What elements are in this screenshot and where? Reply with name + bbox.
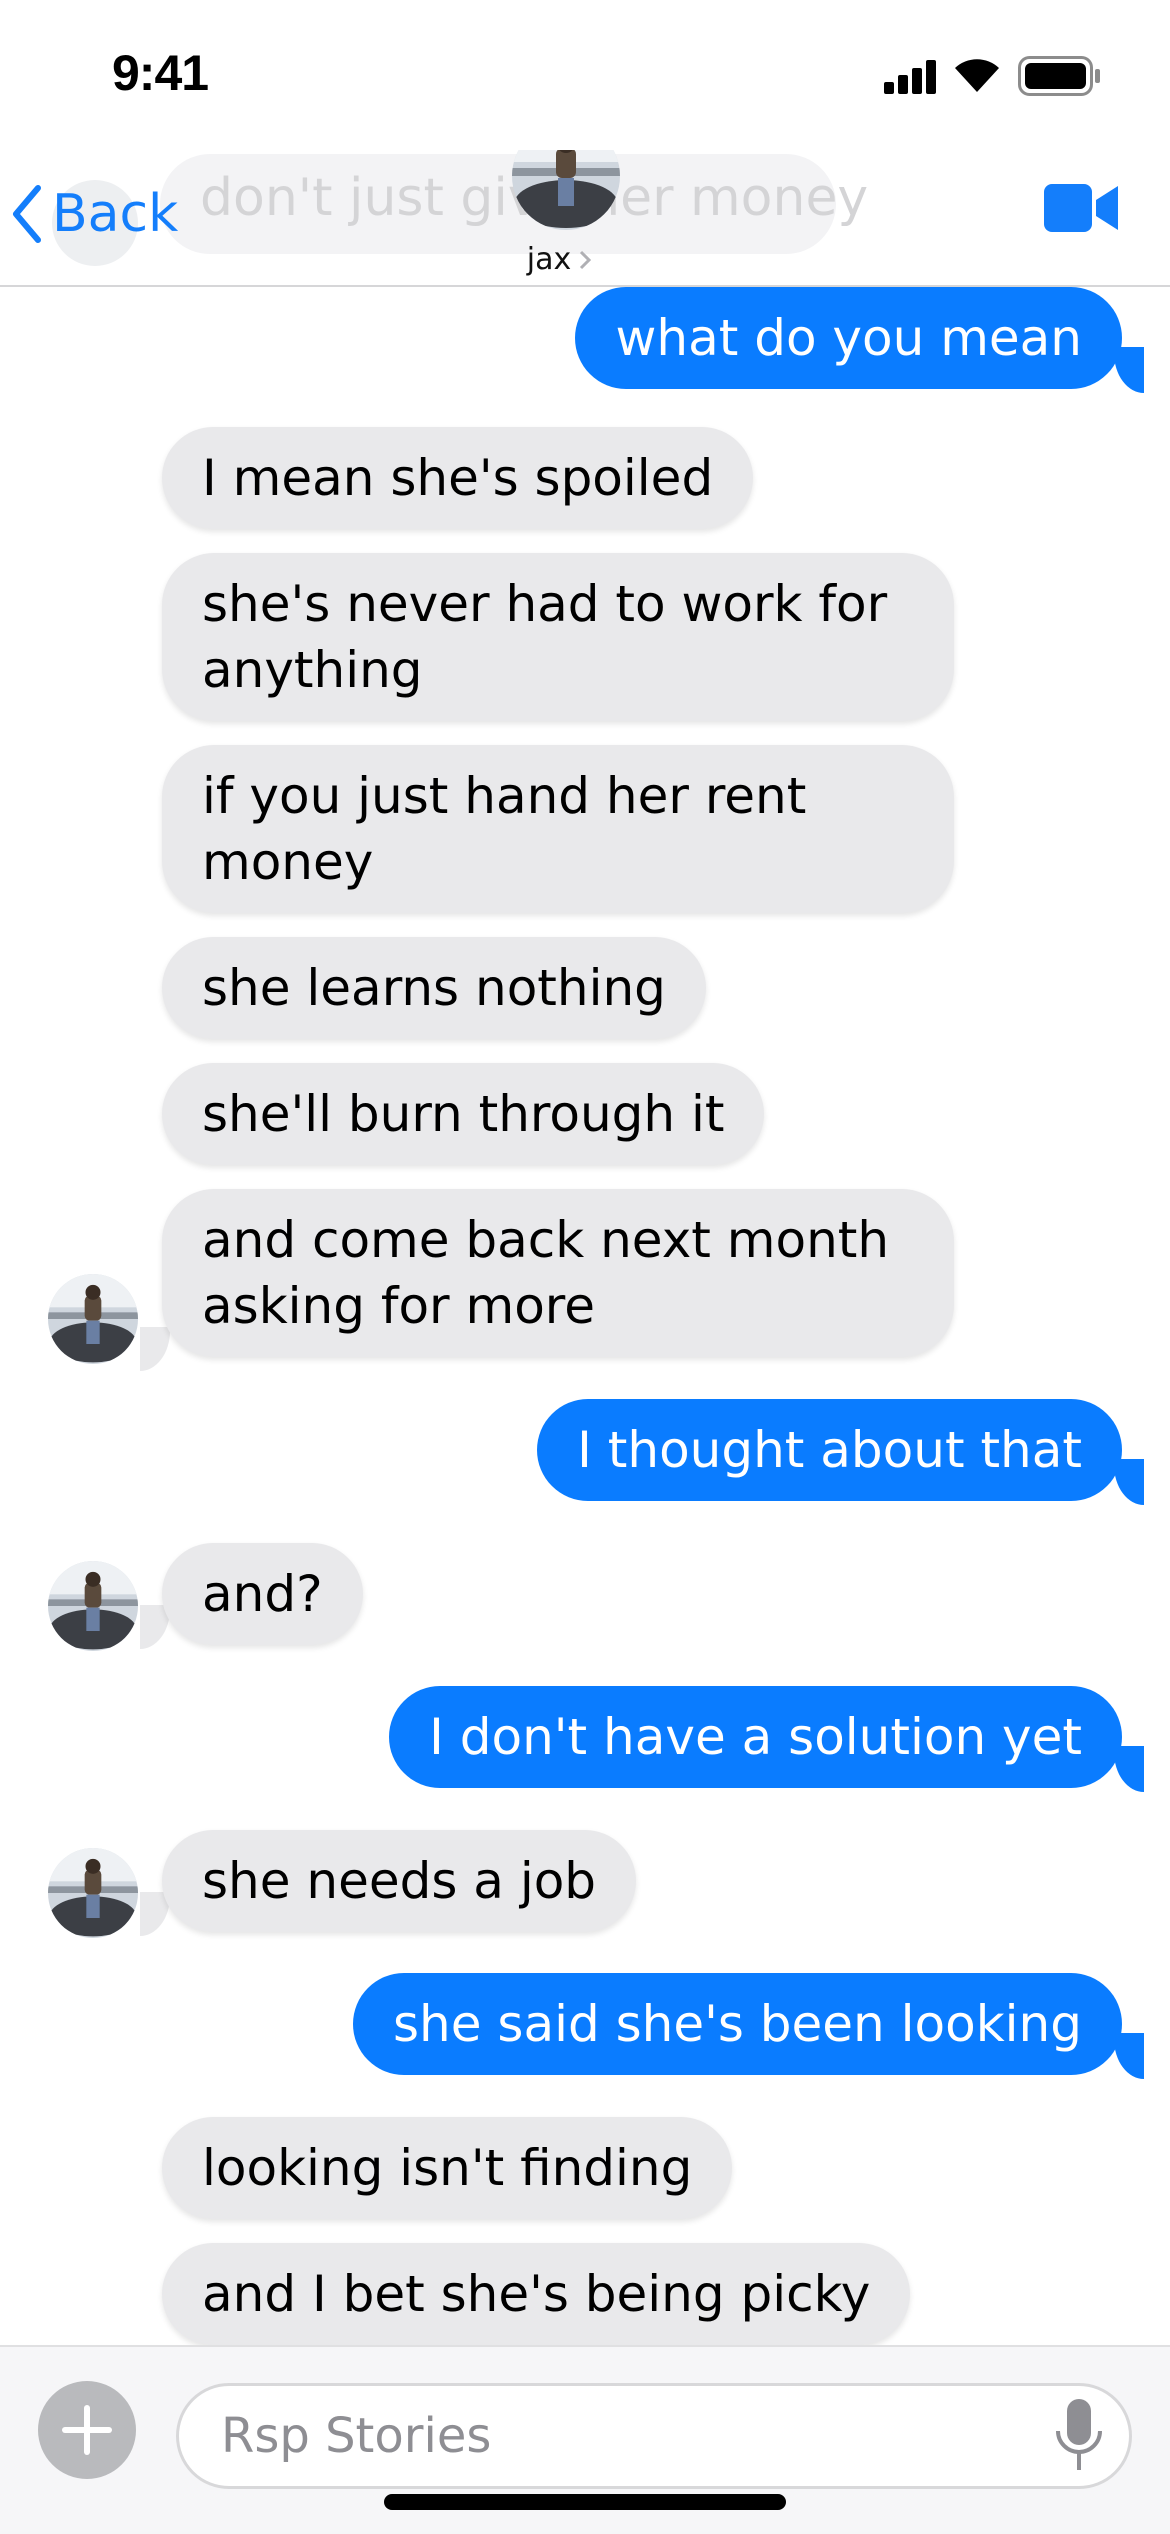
wifi-icon	[955, 59, 999, 92]
outgoing-message[interactable]: I thought about that	[537, 1399, 1122, 1501]
outgoing-message[interactable]: I don't have a solution yet	[389, 1686, 1122, 1788]
microphone-icon[interactable]	[1054, 2397, 1104, 2477]
home-indicator[interactable]	[384, 2494, 786, 2510]
sender-avatar[interactable]	[48, 1274, 138, 1364]
back-button[interactable]: Back	[10, 174, 178, 254]
cellular-signal-icon	[884, 58, 938, 94]
incoming-message[interactable]: and I bet she's being picky	[162, 2243, 911, 2345]
bubble-tail	[1114, 1746, 1144, 1792]
back-label: Back	[52, 184, 179, 244]
bubble-tail	[140, 1327, 170, 1371]
incoming-message[interactable]: and?	[162, 1543, 363, 1645]
plus-icon[interactable]	[38, 2381, 136, 2479]
battery-icon	[1018, 56, 1100, 96]
incoming-message[interactable]: looking isn't finding	[162, 2117, 733, 2219]
message-list: what do you mean I mean she's spoiled sh…	[0, 287, 1170, 2345]
incoming-message[interactable]: she learns nothing	[162, 937, 706, 1039]
bubble-tail	[1114, 1459, 1144, 1505]
status-bar: 9:41	[0, 0, 1170, 150]
sender-avatar[interactable]	[48, 1561, 138, 1651]
incoming-message[interactable]: she needs a job	[162, 1830, 637, 1932]
conversation-header: don't just give her money Back jax	[0, 150, 1170, 287]
incoming-message[interactable]: and come back next month asking for more	[162, 1189, 954, 1357]
chevron-right-icon	[580, 250, 592, 269]
status-time: 9:41	[112, 45, 209, 101]
contact-name-button[interactable]: jax	[500, 242, 620, 277]
outgoing-message[interactable]: what do you mean	[575, 287, 1122, 389]
sender-avatar[interactable]	[48, 1848, 138, 1938]
incoming-message[interactable]: she's never had to work for anything	[162, 553, 954, 721]
bubble-tail	[1114, 2033, 1144, 2079]
contact-name: jax	[526, 242, 572, 277]
incoming-message[interactable]: she'll burn through it	[162, 1063, 765, 1165]
video-camera-icon[interactable]	[1044, 182, 1120, 234]
message-input[interactable]	[176, 2383, 1132, 2489]
incoming-message[interactable]: if you just hand her rent money	[162, 745, 954, 913]
chevron-left-icon	[13, 185, 41, 243]
incoming-message[interactable]: I mean she's spoiled	[162, 427, 754, 529]
outgoing-message[interactable]: she said she's been looking	[353, 1973, 1122, 2075]
bubble-tail	[1114, 347, 1144, 393]
